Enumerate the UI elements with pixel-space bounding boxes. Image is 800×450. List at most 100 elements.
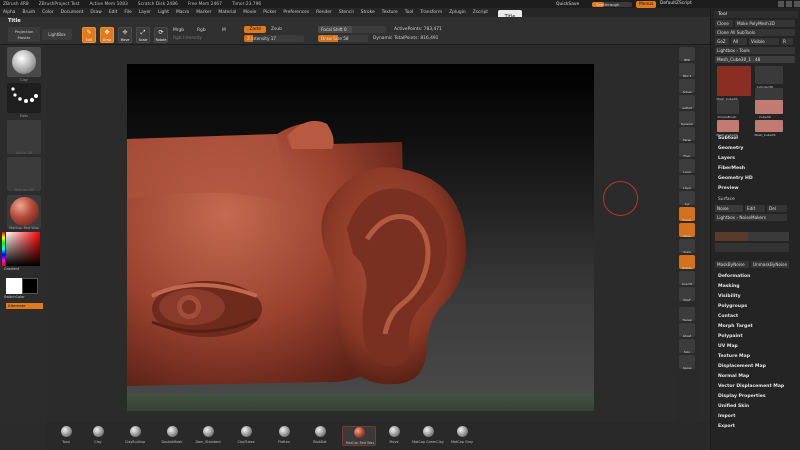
- tool-tile-mesh-cube30[interactable]: Mesh_Cube30: [717, 66, 751, 101]
- menu-transform[interactable]: Transform: [420, 10, 442, 15]
- tray-section-displacement-map[interactable]: Displacement Map: [718, 364, 766, 369]
- menu-color[interactable]: Color: [42, 10, 53, 15]
- tray-section-display-properties[interactable]: Display Properties: [718, 394, 766, 399]
- shelf-item-claytubes[interactable]: ClayTubes: [236, 426, 256, 446]
- strip-aahalf-button[interactable]: AAHalf: [679, 95, 695, 110]
- noise-del-button[interactable]: Del: [767, 205, 787, 212]
- menu-file[interactable]: File: [124, 10, 131, 15]
- strip-rotate-button[interactable]: Rotate: [679, 255, 695, 270]
- default-script-button[interactable]: DefaultZScript: [660, 0, 692, 8]
- menu-light[interactable]: Light: [158, 10, 169, 15]
- strip-persp-button[interactable]: Persp: [679, 127, 695, 142]
- move-button[interactable]: ✢ Move: [118, 27, 132, 43]
- rotate-button[interactable]: ⟳ Rotate: [154, 27, 168, 43]
- surface-section[interactable]: Surface: [718, 197, 735, 202]
- strip-transp-button[interactable]: Transp: [679, 307, 695, 322]
- zadd-button[interactable]: Zadd: [244, 26, 266, 33]
- strip-local-button[interactable]: Local: [679, 159, 695, 174]
- strip-actual-button[interactable]: Actual: [679, 79, 695, 94]
- tool-tile-mesh-cube30[interactable]: Mesh_Cube30: [717, 120, 739, 137]
- menu-brush[interactable]: Brush: [22, 10, 35, 15]
- strip-xyz-button[interactable]: Xyz: [679, 191, 695, 206]
- tool-palette-header[interactable]: Tool: [714, 11, 798, 18]
- shelf-item-blobdot[interactable]: BlobDot: [310, 426, 330, 446]
- menu-zplugin[interactable]: Zplugin: [449, 10, 466, 15]
- tool-tile-mesh-cube30[interactable]: Mesh_Cube30: [755, 120, 783, 137]
- menus-button[interactable]: Menus: [636, 0, 657, 8]
- noise-color-slider[interactable]: [715, 243, 789, 252]
- tray-section-geometry-hd[interactable]: Geometry HD: [718, 176, 753, 181]
- noise-edit-button[interactable]: Edit: [745, 205, 765, 212]
- tray-section-preview[interactable]: Preview: [718, 186, 739, 191]
- menu-zscript[interactable]: Zscript: [473, 10, 488, 15]
- strip-frame-button[interactable]: Frame: [679, 207, 695, 222]
- close-icon[interactable]: [794, 1, 800, 7]
- tray-section-import[interactable]: Import: [718, 414, 735, 419]
- alpha-thumbnail[interactable]: [7, 120, 41, 154]
- tray-section-deformation[interactable]: Deformation: [718, 274, 750, 279]
- strip-move-button[interactable]: Move: [679, 223, 695, 238]
- canvas-viewport[interactable]: [127, 64, 594, 411]
- r-button[interactable]: R: [781, 38, 793, 45]
- secondary-color-swatch[interactable]: [22, 278, 38, 294]
- tray-section-subtool[interactable]: Subtool: [718, 136, 738, 141]
- m-button[interactable]: M: [222, 28, 226, 33]
- strip-bpr-button[interactable]: BPR: [679, 47, 695, 62]
- strip-dynamic-button[interactable]: Dynamic: [679, 111, 695, 126]
- menu-layer[interactable]: Layer: [139, 10, 151, 15]
- shelf-item-toon[interactable]: Toon: [56, 426, 76, 446]
- menu-texture[interactable]: Texture: [382, 10, 398, 15]
- make-polymesh-button[interactable]: Make PolyMesh3D: [735, 20, 795, 27]
- tool-tile-cube3d[interactable]: Cube3D: [755, 100, 783, 119]
- shelf-item-flatten[interactable]: Flatten: [274, 426, 294, 446]
- stroke-thumbnail[interactable]: [7, 83, 41, 113]
- shelf-item-doublemesh[interactable]: DoubleMesh: [162, 426, 182, 446]
- draw-button[interactable]: ✥ Draw: [100, 27, 114, 43]
- strip-floor-button[interactable]: Floor: [679, 143, 695, 158]
- strip-line-fill-button[interactable]: Line Fill: [679, 271, 695, 286]
- unmask-by-noise-button[interactable]: UnmaskByNoise: [751, 261, 789, 268]
- strip-polyf-button[interactable]: PolyF: [679, 287, 695, 302]
- lightbox-noisemakers-button[interactable]: Lightbox › NoiseMakers: [715, 214, 787, 221]
- menu-render[interactable]: Render: [316, 10, 332, 15]
- alternate-button[interactable]: Alternate: [6, 303, 43, 309]
- mrgb-button[interactable]: Mrgb: [173, 28, 184, 33]
- tray-section-unified-skin[interactable]: Unified Skin: [718, 404, 749, 409]
- texture-thumbnail[interactable]: [7, 157, 41, 191]
- menu-alpha[interactable]: Alpha: [3, 10, 15, 15]
- current-tool-slider[interactable]: Mesh_Cube30_1 . 48: [715, 56, 795, 63]
- shelf-item-matcap-greenclay[interactable]: MatCap GreenClay: [412, 426, 444, 446]
- all-button[interactable]: All: [731, 38, 747, 45]
- scale-button[interactable]: ⤢ Scale: [136, 27, 150, 43]
- tray-section-export[interactable]: Export: [718, 424, 735, 429]
- minimize-icon[interactable]: [778, 1, 784, 7]
- clone-all-subtools-button[interactable]: Clone All SubTools: [715, 29, 795, 36]
- lightbox-tools-button[interactable]: Lightbox › Tools: [715, 47, 795, 54]
- tray-section-layers[interactable]: Layers: [718, 156, 735, 161]
- goz-button[interactable]: GoZ: [715, 38, 729, 45]
- menu-document[interactable]: Document: [61, 10, 84, 15]
- strip-spix-3-button[interactable]: SPix 3: [679, 63, 695, 78]
- tray-section-fibermesh[interactable]: FiberMesh: [718, 166, 745, 171]
- hue-strip[interactable]: [2, 232, 5, 266]
- zsub-button[interactable]: Zsub: [271, 27, 282, 32]
- visible-button[interactable]: Visible: [749, 38, 779, 45]
- menu-picker[interactable]: Picker: [263, 10, 276, 15]
- projection-master-button[interactable]: Projection Master: [8, 27, 40, 42]
- tray-section-visibility[interactable]: Visibility: [718, 294, 741, 299]
- tray-section-polygroups[interactable]: Polygroups: [718, 304, 747, 309]
- menu-draw[interactable]: Draw: [90, 10, 101, 15]
- tray-section-geometry[interactable]: Geometry: [718, 146, 743, 151]
- tray-section-masking[interactable]: Masking: [718, 284, 740, 289]
- tray-section-normal-map[interactable]: Normal Map: [718, 374, 749, 379]
- noise-button[interactable]: Noise: [715, 205, 743, 212]
- menu-stencil[interactable]: Stencil: [339, 10, 354, 15]
- color-picker[interactable]: [6, 232, 40, 266]
- main-color-swatch[interactable]: [6, 278, 22, 294]
- draw-size-slider[interactable]: Draw Size 58: [318, 35, 368, 42]
- shelf-item-matcap-red-wax[interactable]: MatCap Red Wax: [342, 426, 376, 446]
- maximize-icon[interactable]: [786, 1, 792, 7]
- mask-by-noise-button[interactable]: MaskByNoise: [715, 261, 749, 268]
- shelf-item-clay[interactable]: Clay: [88, 426, 108, 446]
- tool-tile-simplebrush[interactable]: SimpleBrush: [717, 100, 739, 119]
